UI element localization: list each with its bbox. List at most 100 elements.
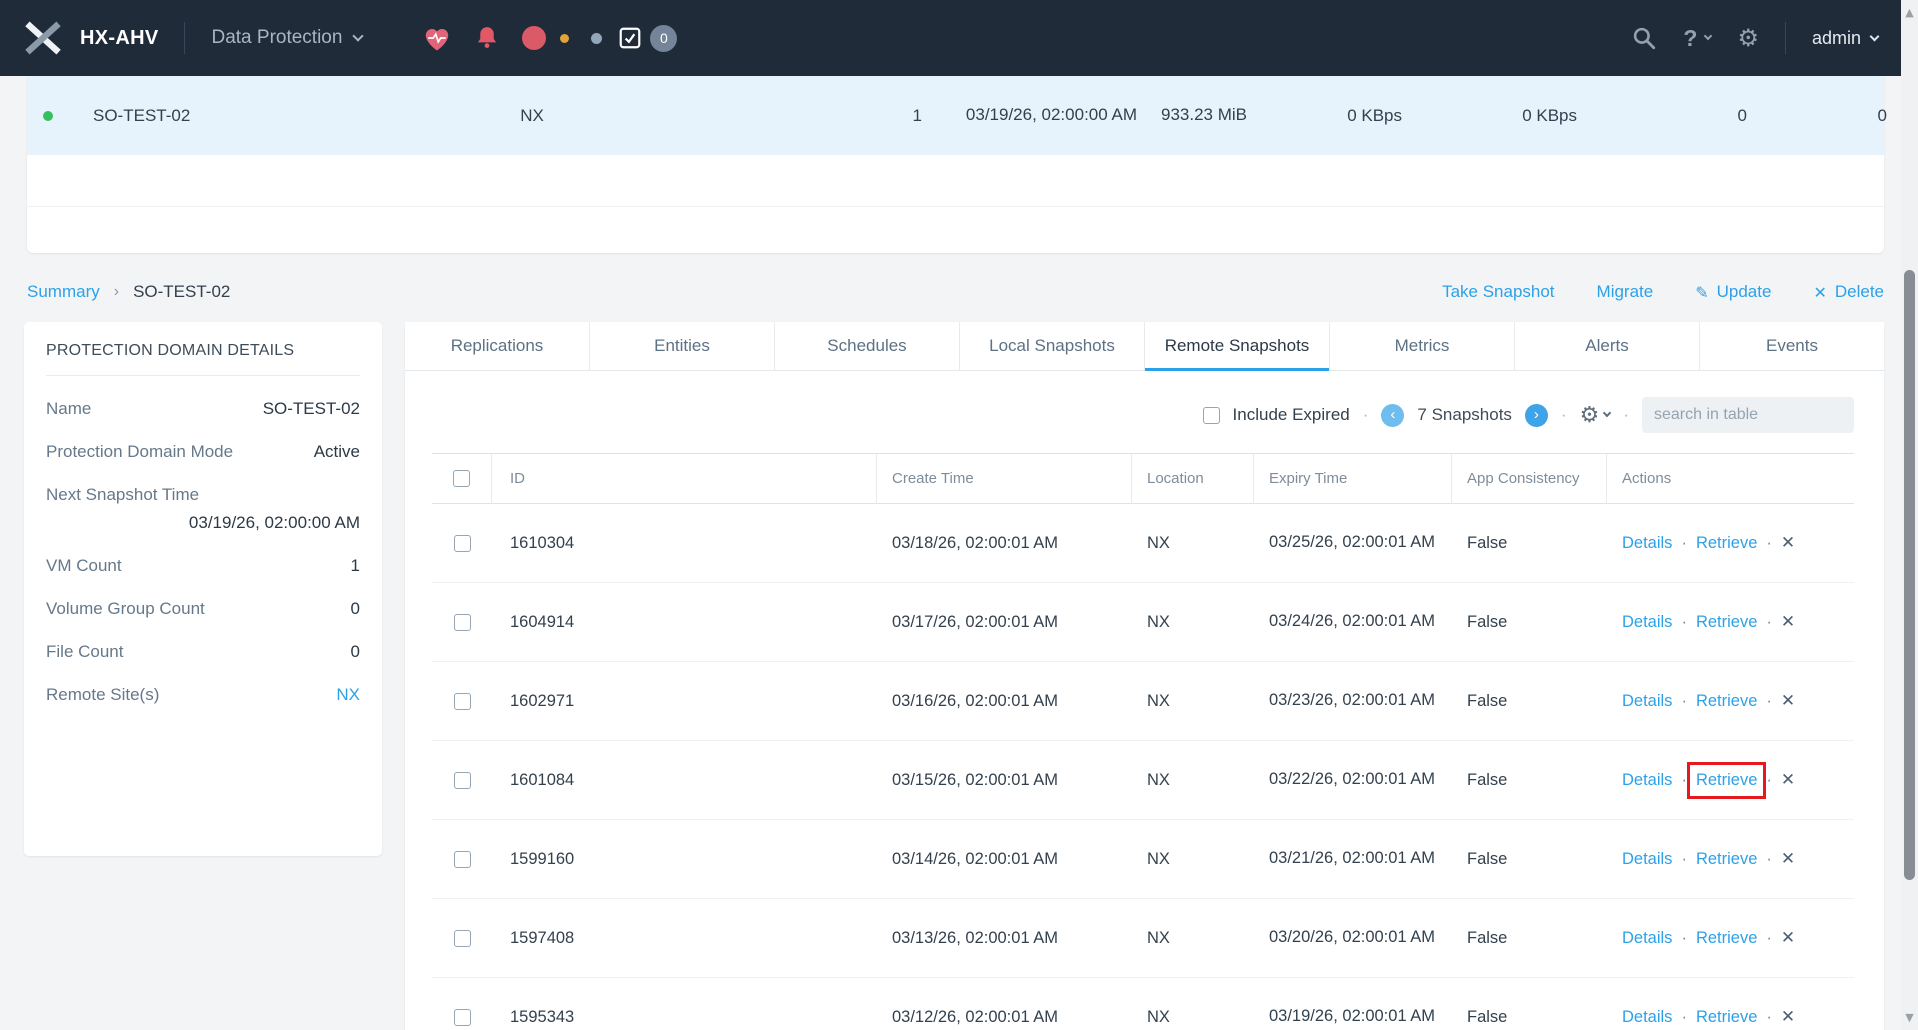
take-snapshot-label: Take Snapshot: [1442, 282, 1554, 302]
snapshot-create-time: 03/18/26, 02:00:01 AM: [877, 534, 1132, 553]
col-header-expiry-time: Expiry Time: [1254, 454, 1452, 504]
separator-dot: ·: [1561, 405, 1567, 425]
pd-ongoing-2: 0: [1747, 106, 1887, 126]
pd-summary-row[interactable]: SO-TEST-02 NX 1 03/19/26, 02:00:00 AM 93…: [27, 76, 1884, 155]
snapshot-table-row: 1601084 03/15/26, 02:00:01 AM NX 03/22/2…: [432, 741, 1854, 820]
details-link[interactable]: Details: [1622, 613, 1672, 632]
x-icon: ✕: [1813, 283, 1826, 302]
details-link[interactable]: Details: [1622, 850, 1672, 869]
details-field: Next Snapshot Time 03/19/26, 02:00:00 AM: [46, 485, 360, 533]
separator-dot: ·: [1766, 1008, 1772, 1027]
tab-replications[interactable]: Replications: [405, 322, 590, 370]
vertical-scrollbar[interactable]: ▲ ▼: [1901, 0, 1918, 1030]
separator-dot: ·: [1681, 692, 1687, 711]
retrieve-link[interactable]: Retrieve: [1696, 534, 1757, 552]
snapshot-table-row: 1597408 03/13/26, 02:00:01 AM NX 03/20/2…: [432, 899, 1854, 978]
row-checkbox[interactable]: [454, 693, 471, 710]
user-menu[interactable]: admin: [1812, 28, 1878, 49]
delete-snapshot-icon[interactable]: ✕: [1781, 533, 1795, 553]
retrieve-link-wrap: Retrieve: [1696, 929, 1757, 948]
breadcrumb-summary-link[interactable]: Summary: [27, 282, 100, 302]
nav-section-dropdown[interactable]: Data Protection: [211, 27, 362, 49]
help-menu[interactable]: ?: [1683, 25, 1711, 52]
chevron-down-icon: [1603, 409, 1611, 417]
delete-snapshot-icon[interactable]: ✕: [1781, 691, 1795, 711]
tab-remote-snapshots[interactable]: Remote Snapshots: [1145, 322, 1330, 370]
snapshot-table-row: 1599160 03/14/26, 02:00:01 AM NX 03/21/2…: [432, 820, 1854, 899]
retrieve-link[interactable]: Retrieve: [1696, 613, 1757, 631]
update-button[interactable]: ✎ Update: [1695, 282, 1771, 302]
scroll-up-icon[interactable]: ▲: [1901, 6, 1918, 19]
alert-status-dot-icon[interactable]: [522, 26, 546, 50]
retrieve-link[interactable]: Retrieve: [1696, 771, 1757, 789]
tab-alerts[interactable]: Alerts: [1515, 322, 1700, 370]
snapshot-create-time: 03/15/26, 02:00:01 AM: [877, 771, 1132, 790]
tab-events[interactable]: Events: [1700, 322, 1884, 370]
row-checkbox[interactable]: [454, 535, 471, 552]
retrieve-link[interactable]: Retrieve: [1696, 1008, 1757, 1026]
chevron-down-icon: [1870, 31, 1880, 41]
row-checkbox[interactable]: [454, 614, 471, 631]
migrate-button[interactable]: Migrate: [1597, 282, 1654, 302]
search-icon[interactable]: [1631, 25, 1657, 51]
delete-button[interactable]: ✕ Delete: [1813, 282, 1884, 302]
snapshot-id: 1604914: [492, 613, 877, 632]
pd-next-snapshot-time: 03/19/26, 02:00:00 AM: [922, 103, 1137, 128]
table-settings-menu[interactable]: ⚙: [1580, 403, 1611, 428]
tab-schedules[interactable]: Schedules: [775, 322, 960, 370]
select-all-checkbox[interactable]: [453, 470, 470, 487]
details-link[interactable]: Details: [1622, 771, 1672, 790]
search-input[interactable]: [1654, 406, 1861, 424]
tab-metrics[interactable]: Metrics: [1330, 322, 1515, 370]
scrollbar-thumb[interactable]: [1904, 270, 1915, 880]
snapshot-id: 1595343: [492, 1008, 877, 1027]
table-header-row: ID Create Time Location Expiry Time App …: [432, 454, 1854, 504]
separator-dot: ·: [1766, 929, 1772, 948]
retrieve-link[interactable]: Retrieve: [1696, 929, 1757, 947]
delete-snapshot-icon[interactable]: ✕: [1781, 849, 1795, 869]
scroll-down-icon[interactable]: ▼: [1901, 1011, 1918, 1024]
row-checkbox[interactable]: [454, 851, 471, 868]
details-field-value[interactable]: NX: [336, 685, 360, 705]
retrieve-link-wrap: Retrieve: [1696, 850, 1757, 869]
snapshot-count: 7 Snapshots: [1417, 405, 1512, 425]
retrieve-link[interactable]: Retrieve: [1696, 850, 1757, 868]
prev-page-button[interactable]: ‹: [1381, 404, 1404, 427]
table-toolbar: Include Expired · ‹ 7 Snapshots › · ⚙ ·: [405, 371, 1884, 453]
separator-dot: ·: [1623, 405, 1629, 425]
take-snapshot-button[interactable]: Take Snapshot: [1442, 282, 1554, 302]
retrieve-link[interactable]: Retrieve: [1696, 692, 1757, 710]
details-link[interactable]: Details: [1622, 692, 1672, 711]
delete-snapshot-icon[interactable]: ✕: [1781, 770, 1795, 790]
table-search-box: [1642, 397, 1854, 433]
details-link[interactable]: Details: [1622, 1008, 1672, 1027]
delete-snapshot-icon[interactable]: ✕: [1781, 1007, 1795, 1027]
snapshot-location: NX: [1132, 1008, 1254, 1027]
chevron-down-icon: [1704, 32, 1712, 40]
details-field: Volume Group Count 0: [46, 599, 360, 619]
include-expired-checkbox[interactable]: [1203, 407, 1220, 424]
alerts-bell-icon[interactable]: [474, 24, 500, 52]
snapshots-panel: ReplicationsEntitiesSchedulesLocal Snaps…: [405, 322, 1884, 1030]
protection-domain-summary-panel: SO-TEST-02 NX 1 03/19/26, 02:00:00 AM 93…: [27, 76, 1884, 253]
snapshot-app-consistency: False: [1452, 929, 1607, 948]
tasks-indicator[interactable]: 0: [618, 25, 677, 52]
details-field: VM Count 1: [46, 556, 360, 576]
health-heart-icon[interactable]: [422, 24, 452, 52]
row-checkbox[interactable]: [454, 930, 471, 947]
tab-local-snapshots[interactable]: Local Snapshots: [960, 322, 1145, 370]
details-link[interactable]: Details: [1622, 534, 1672, 553]
delete-snapshot-icon[interactable]: ✕: [1781, 928, 1795, 948]
row-checkbox[interactable]: [454, 772, 471, 789]
warning-dot-icon[interactable]: [560, 34, 569, 43]
next-page-button[interactable]: ›: [1525, 404, 1548, 427]
nutanix-logo-icon[interactable]: [22, 21, 64, 55]
snapshot-id: 1597408: [492, 929, 877, 948]
info-dot-icon[interactable]: [591, 33, 602, 44]
settings-gear-icon[interactable]: ⚙: [1737, 24, 1759, 52]
top-navbar: HX-AHV Data Protection 0 ?: [0, 0, 1918, 76]
row-checkbox[interactable]: [454, 1009, 471, 1026]
tab-entities[interactable]: Entities: [590, 322, 775, 370]
delete-snapshot-icon[interactable]: ✕: [1781, 612, 1795, 632]
details-link[interactable]: Details: [1622, 929, 1672, 948]
